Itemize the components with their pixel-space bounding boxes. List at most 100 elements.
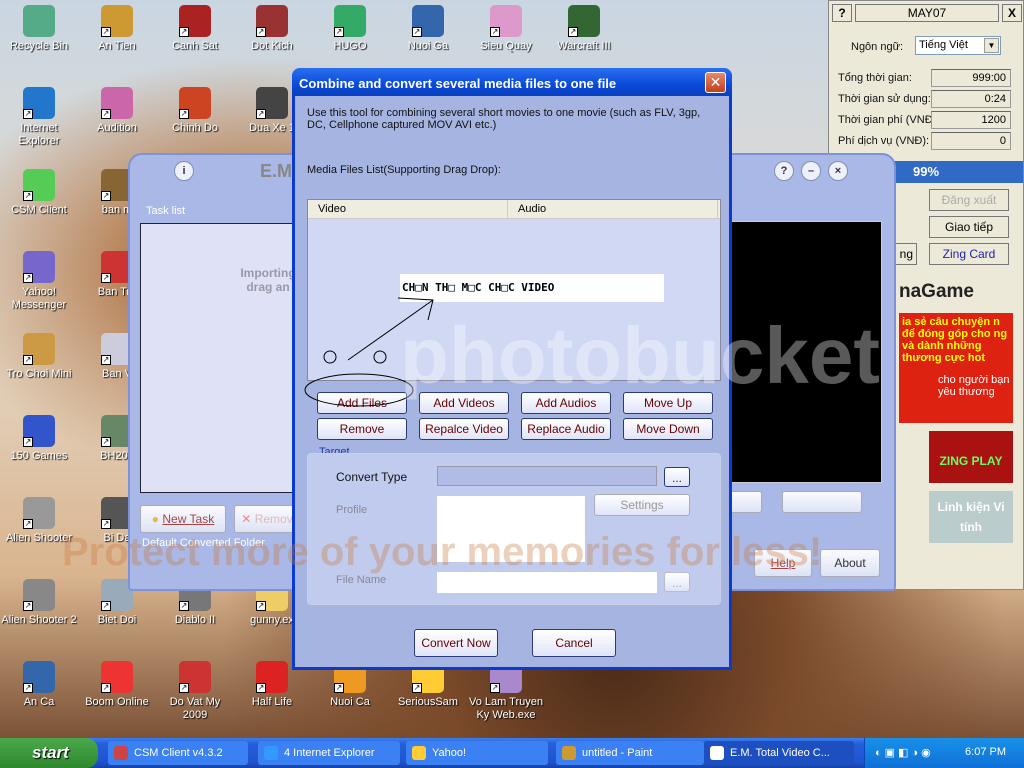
shortcut-arrow-icon: ↗	[101, 191, 111, 201]
tray-icons[interactable]: ◐▣◧◑◉	[875, 746, 934, 759]
convert-type-browse-button[interactable]: ...	[664, 467, 690, 487]
about-button[interactable]: About	[820, 549, 880, 577]
task-list[interactable]: Importing drag an	[140, 223, 300, 493]
file-name-browse-button[interactable]: ...	[664, 572, 690, 592]
desktop-icon[interactable]: ↗ Alien Shooter	[0, 497, 78, 545]
help-button[interactable]: Help	[754, 549, 812, 577]
cancel-button[interactable]: Cancel	[532, 629, 616, 657]
desktop-icon[interactable]: ↗ Boom Online	[78, 661, 156, 709]
shortcut-arrow-icon: ↗	[23, 601, 33, 611]
shortcut-arrow-icon: ↗	[334, 683, 344, 693]
desktop-icon[interactable]: ↗ Internet Explorer	[0, 87, 78, 148]
app-icon: ↗	[23, 251, 55, 283]
repalce-video-button[interactable]: Repalce Video	[419, 418, 509, 440]
desktop-icon[interactable]: ↗ Nuoi Ga	[389, 5, 467, 53]
desktop-icon[interactable]: ↗ Tro Choi Mini	[0, 333, 78, 381]
move-up-button[interactable]: Move Up	[623, 392, 713, 414]
minimize-button[interactable]: –	[801, 161, 821, 181]
desktop-icon[interactable]: ↗ Do Vat My 2009	[156, 661, 234, 722]
desktop-icon[interactable]: ↗ An Ca	[0, 661, 78, 709]
desktop-icon-label: An Ca	[23, 696, 55, 708]
start-button[interactable]: start	[0, 738, 98, 768]
convert-type-label: Convert Type	[336, 470, 408, 484]
taskbar-item[interactable]: 4 Internet Explorer	[258, 741, 400, 765]
add-audios-button[interactable]: Add Audios	[521, 392, 611, 414]
linh-kien-ad[interactable]: Linh kiện Vi tính	[929, 491, 1013, 543]
chat-button[interactable]: Giao tiếp	[929, 216, 1009, 238]
taskbar-item[interactable]: E.M. Total Video C...	[704, 741, 854, 765]
remove-icon: ✕	[241, 512, 252, 526]
desktop-icon[interactable]: ↗ Audition	[78, 87, 156, 135]
close-button[interactable]: ✕	[705, 72, 726, 93]
desktop-icon[interactable]: Recycle Bin	[0, 5, 78, 53]
desktop-icon[interactable]: ↗ Sieu Quay	[467, 5, 545, 53]
taskbar: start CSM Client v4.3.2 4 Internet Explor…	[0, 738, 1024, 768]
taskbar-item[interactable]: untitled - Paint	[556, 741, 704, 765]
shortcut-arrow-icon: ↗	[412, 27, 422, 37]
app-icon	[412, 746, 426, 760]
desktop-icon-label: Vo Lam Truyen Ky Web.exe	[469, 696, 543, 721]
player-control[interactable]	[782, 491, 862, 513]
app-icon: ↗	[179, 661, 211, 693]
desktop-icon[interactable]: ↗ HUGO	[311, 5, 389, 53]
remove-task-button[interactable]: ✕ Remov	[234, 505, 300, 533]
language-select[interactable]: Tiếng Việt ▼	[915, 36, 1001, 55]
desktop-icon-label: Internet Explorer	[18, 122, 60, 147]
desktop-icon-label: Dua Xe 1	[249, 122, 295, 134]
convert-now-button[interactable]: Convert Now	[414, 629, 498, 657]
desktop-icon[interactable]: ↗ Yahoo! Messenger	[0, 251, 78, 312]
file-name-input[interactable]	[437, 572, 657, 593]
desktop-icon[interactable]: ↗ Alien Shooter 2	[0, 579, 78, 627]
chevron-down-icon: ▼	[984, 38, 999, 53]
help-icon-button[interactable]: ?	[774, 161, 794, 181]
remove-button[interactable]: Remove	[317, 418, 407, 440]
desktop-icon[interactable]: ↗ CSM Client	[0, 169, 78, 217]
app-icon: ↗	[256, 5, 288, 37]
desktop-icon[interactable]: ↗ Warcraft III	[545, 5, 623, 53]
app-icon: ↗	[23, 579, 55, 611]
desktop-icon-label: Biet Doi	[97, 614, 137, 626]
column-video[interactable]: Video	[308, 200, 508, 218]
close-button[interactable]: X	[1002, 4, 1022, 22]
desktop-icon-label: Diablo II	[174, 614, 216, 626]
settings-button[interactable]: Settings	[594, 494, 690, 516]
desktop-icon[interactable]: ↗ Chinh Do	[156, 87, 234, 135]
help-button[interactable]: ?	[832, 4, 852, 22]
stat-value: 0	[931, 132, 1011, 150]
stat-value: 1200	[931, 111, 1011, 129]
app-icon: ↗	[101, 661, 133, 693]
app-icon: ↗	[256, 661, 288, 693]
desktop-icon[interactable]: ↗ Canh Sat	[156, 5, 234, 53]
video-preview	[730, 221, 882, 483]
shortcut-arrow-icon: ↗	[179, 109, 189, 119]
desktop-icon[interactable]: ↗ 150 Games	[0, 415, 78, 463]
new-task-button[interactable]: ● New Task	[140, 505, 226, 533]
dialog-description: Use this tool for combining several shor…	[307, 107, 701, 131]
desktop-icon[interactable]: ↗ An Tien	[78, 5, 156, 53]
ad-banner[interactable]: ia sẻ câu chuyện n để đóng góp cho ng và…	[899, 313, 1013, 423]
info-button[interactable]: i	[174, 161, 194, 181]
desktop-icon[interactable]: ↗ Vo Lam Truyen Ky Web.exe	[467, 661, 545, 722]
close-button[interactable]: ×	[828, 161, 848, 181]
add-videos-button[interactable]: Add Videos	[419, 392, 509, 414]
combine-dialog: Combine and convert several media files …	[292, 68, 732, 670]
app-icon: ↗	[490, 5, 522, 37]
zing-play-ad[interactable]: ZING PLAY	[929, 431, 1013, 483]
taskbar-item[interactable]: Yahoo!	[406, 741, 548, 765]
desktop-icon-label: Recycle Bin	[9, 40, 69, 52]
convert-type-field[interactable]	[437, 466, 657, 486]
zing-card-button[interactable]: Zing Card	[929, 243, 1009, 265]
logout-button[interactable]: Đăng xuất	[929, 189, 1009, 211]
new-task-icon: ●	[151, 512, 160, 526]
desktop-icon-label: An Tien	[98, 40, 136, 52]
desktop-icon-label: Dot Kich	[251, 40, 293, 52]
desktop-icon-label: Canh Sat	[172, 40, 218, 52]
media-files-list[interactable]: Video Audio CH□N TH□ M□C CH□C VIDEO	[307, 199, 721, 381]
profile-list[interactable]	[437, 496, 585, 562]
move-down-button[interactable]: Move Down	[623, 418, 713, 440]
replace-audio-button[interactable]: Replace Audio	[521, 418, 611, 440]
taskbar-item[interactable]: CSM Client v4.3.2	[108, 741, 248, 765]
column-audio[interactable]: Audio	[508, 200, 718, 218]
shortcut-arrow-icon: ↗	[101, 109, 111, 119]
desktop-icon[interactable]: ↗ Dot Kich	[233, 5, 311, 53]
